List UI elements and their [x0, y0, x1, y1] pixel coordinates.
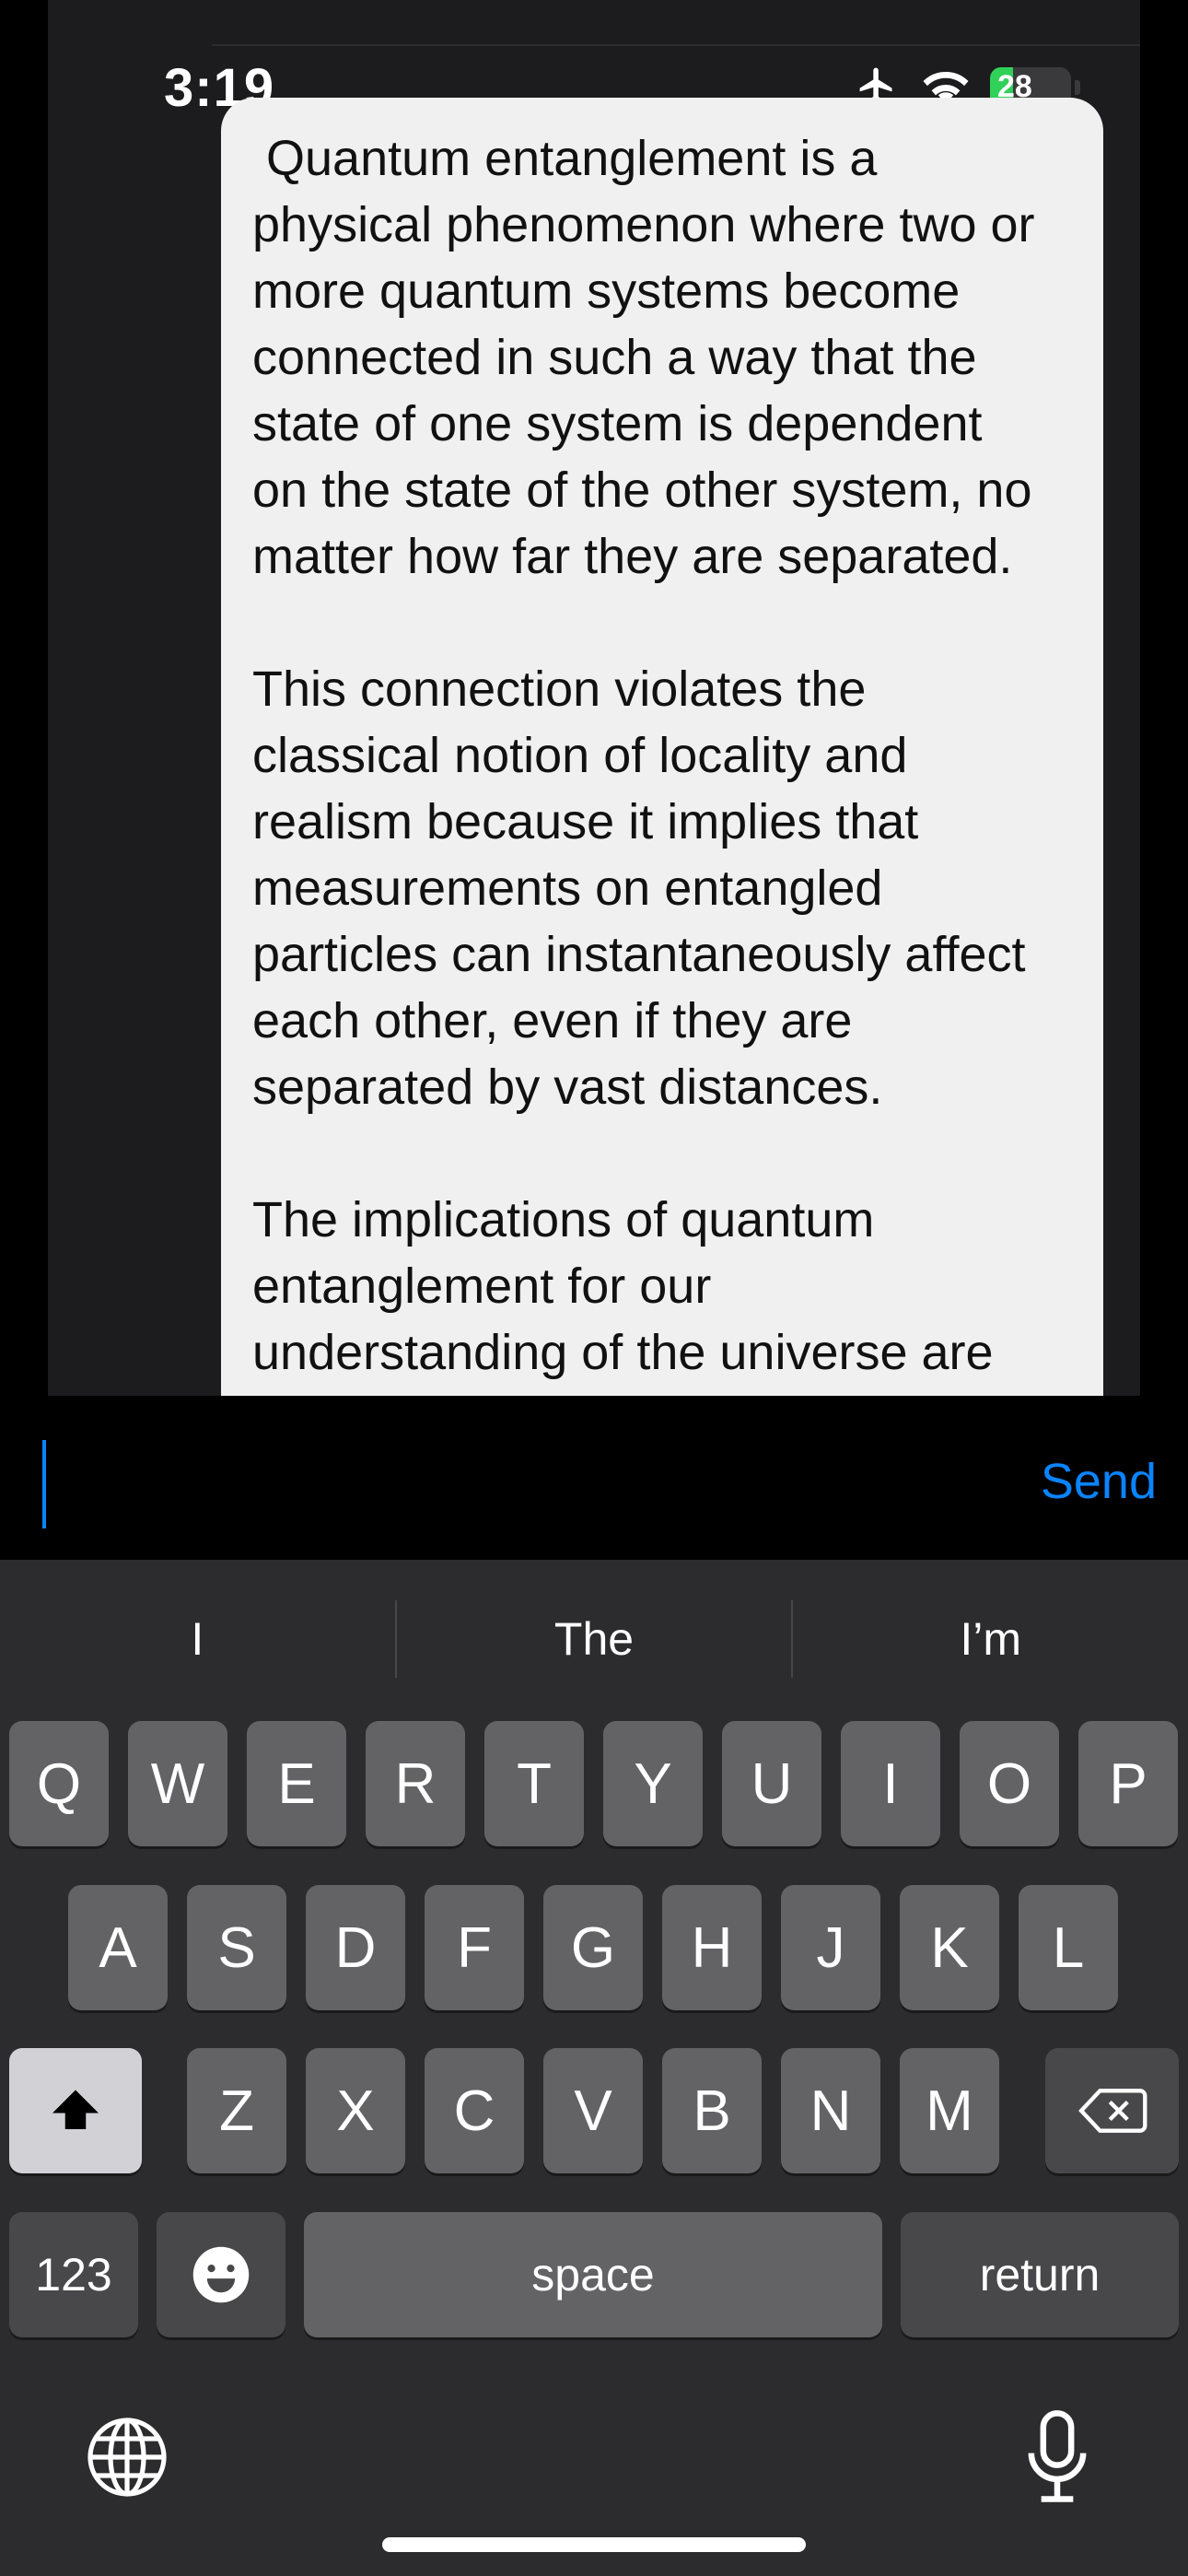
- key-y[interactable]: Y: [603, 1721, 703, 1846]
- battery-tip: [1075, 79, 1080, 95]
- emoji-icon: [192, 2246, 250, 2303]
- suggestion-bar: I The I’m: [0, 1560, 1188, 1718]
- suggestion-item[interactable]: I: [0, 1560, 395, 1718]
- key-o[interactable]: O: [960, 1721, 1059, 1846]
- message-input-bar: Send: [0, 1396, 1188, 1560]
- key-r[interactable]: R: [366, 1721, 465, 1846]
- numbers-key[interactable]: 123: [9, 2212, 138, 2337]
- shift-icon: [52, 2090, 99, 2129]
- key-w[interactable]: W: [128, 1721, 227, 1846]
- suggestion-item[interactable]: I’m: [793, 1560, 1188, 1718]
- divider: [212, 44, 1140, 46]
- message-bubble: Quantum entanglement is a physical pheno…: [221, 98, 1103, 1415]
- key-t[interactable]: T: [484, 1721, 584, 1846]
- home-indicator: [382, 2537, 806, 2552]
- message-input[interactable]: [42, 1440, 46, 1528]
- suggestion-item[interactable]: The: [397, 1560, 792, 1718]
- key-s[interactable]: S: [187, 1885, 286, 2010]
- emoji-key[interactable]: [157, 2212, 285, 2337]
- key-h[interactable]: H: [662, 1885, 762, 2010]
- key-l[interactable]: L: [1019, 1885, 1118, 2010]
- delete-key[interactable]: [1045, 2048, 1179, 2173]
- key-g[interactable]: G: [543, 1885, 643, 2010]
- key-n[interactable]: N: [781, 2048, 880, 2173]
- send-button[interactable]: Send: [1041, 1453, 1157, 1510]
- key-k[interactable]: K: [900, 1885, 999, 2010]
- key-x[interactable]: X: [306, 2048, 405, 2173]
- key-m[interactable]: M: [900, 2048, 999, 2173]
- shift-key[interactable]: [9, 2048, 142, 2173]
- return-key[interactable]: return: [901, 2212, 1179, 2337]
- message-paragraph: Quantum entanglement is a physical pheno…: [252, 131, 1035, 584]
- keyboard: I The I’m QWERTYUIOPASDFGHJKLZXCVBNM 123…: [0, 1560, 1188, 2576]
- message-paragraph: This connection violates the classical n…: [252, 662, 1026, 1115]
- globe-icon[interactable]: [83, 2413, 171, 2506]
- key-a[interactable]: A: [68, 1885, 168, 2010]
- key-v[interactable]: V: [543, 2048, 643, 2173]
- message-paragraph: The implications of quantum entanglement…: [252, 1192, 994, 1380]
- key-b[interactable]: B: [662, 2048, 762, 2173]
- microphone-icon[interactable]: [1022, 2409, 1092, 2510]
- key-z[interactable]: Z: [187, 2048, 286, 2173]
- key-f[interactable]: F: [425, 1885, 524, 2010]
- key-e[interactable]: E: [247, 1721, 346, 1846]
- key-u[interactable]: U: [722, 1721, 821, 1846]
- key-c[interactable]: C: [425, 2048, 524, 2173]
- key-p[interactable]: P: [1078, 1721, 1178, 1846]
- key-j[interactable]: J: [781, 1885, 880, 2010]
- key-d[interactable]: D: [306, 1885, 405, 2010]
- backspace-icon: [1077, 2089, 1147, 2133]
- key-i[interactable]: I: [841, 1721, 940, 1846]
- key-q[interactable]: Q: [9, 1721, 109, 1846]
- space-key[interactable]: space: [304, 2212, 882, 2337]
